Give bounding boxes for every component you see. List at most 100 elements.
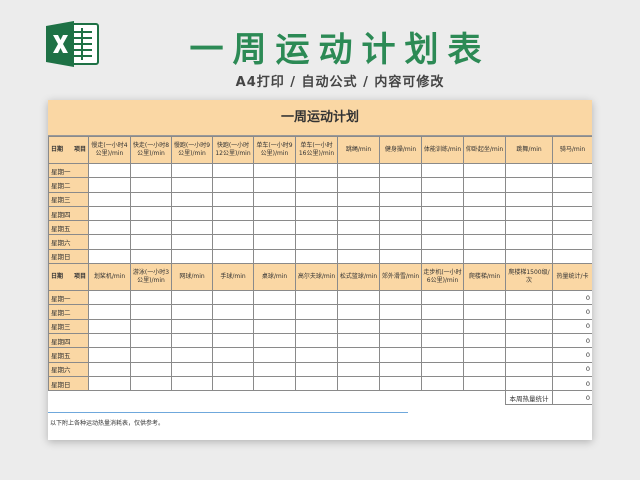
input-cell[interactable]	[253, 162, 296, 179]
input-cell[interactable]	[463, 177, 506, 193]
input-cell[interactable]	[253, 304, 296, 320]
input-cell[interactable]	[505, 248, 553, 265]
input-cell[interactable]	[253, 191, 296, 207]
input-cell[interactable]	[505, 361, 553, 377]
input-cell[interactable]	[421, 318, 464, 334]
input-cell[interactable]	[505, 318, 553, 334]
input-cell[interactable]	[552, 220, 592, 236]
input-cell[interactable]	[379, 290, 422, 306]
input-cell[interactable]	[295, 347, 338, 363]
input-cell[interactable]	[463, 220, 506, 236]
calorie-cell[interactable]: 0	[552, 290, 592, 306]
input-cell[interactable]	[295, 375, 338, 392]
input-cell[interactable]	[463, 318, 506, 334]
input-cell[interactable]	[379, 361, 422, 377]
input-cell[interactable]	[337, 162, 380, 179]
input-cell[interactable]	[552, 205, 592, 222]
input-cell[interactable]	[253, 290, 296, 306]
input-cell[interactable]	[88, 332, 131, 349]
input-cell[interactable]	[505, 290, 553, 306]
input-cell[interactable]	[295, 234, 338, 250]
input-cell[interactable]	[421, 234, 464, 250]
input-cell[interactable]	[212, 304, 254, 320]
input-cell[interactable]	[421, 332, 464, 349]
input-cell[interactable]	[88, 177, 131, 193]
input-cell[interactable]	[379, 248, 422, 265]
input-cell[interactable]	[130, 177, 172, 193]
input-cell[interactable]	[212, 375, 254, 392]
input-cell[interactable]	[171, 304, 213, 320]
input-cell[interactable]	[379, 177, 422, 193]
input-cell[interactable]	[171, 177, 213, 193]
input-cell[interactable]	[463, 347, 506, 363]
input-cell[interactable]	[88, 191, 131, 207]
input-cell[interactable]	[171, 220, 213, 236]
input-cell[interactable]	[212, 234, 254, 250]
input-cell[interactable]	[212, 318, 254, 334]
input-cell[interactable]	[295, 290, 338, 306]
input-cell[interactable]	[463, 361, 506, 377]
input-cell[interactable]	[171, 248, 213, 265]
input-cell[interactable]	[421, 191, 464, 207]
input-cell[interactable]	[421, 304, 464, 320]
input-cell[interactable]	[171, 375, 213, 392]
calorie-cell[interactable]: 0	[552, 361, 592, 377]
input-cell[interactable]	[88, 162, 131, 179]
input-cell[interactable]	[421, 205, 464, 222]
input-cell[interactable]	[88, 290, 131, 306]
input-cell[interactable]	[295, 304, 338, 320]
input-cell[interactable]	[463, 290, 506, 306]
input-cell[interactable]	[295, 248, 338, 265]
input-cell[interactable]	[295, 191, 338, 207]
input-cell[interactable]	[337, 304, 380, 320]
input-cell[interactable]	[379, 234, 422, 250]
input-cell[interactable]	[212, 162, 254, 179]
input-cell[interactable]	[88, 234, 131, 250]
input-cell[interactable]	[88, 220, 131, 236]
input-cell[interactable]	[505, 191, 553, 207]
input-cell[interactable]	[171, 234, 213, 250]
input-cell[interactable]	[88, 304, 131, 320]
input-cell[interactable]	[130, 248, 172, 265]
calorie-cell[interactable]: 0	[552, 347, 592, 363]
input-cell[interactable]	[130, 162, 172, 179]
input-cell[interactable]	[421, 290, 464, 306]
input-cell[interactable]	[171, 191, 213, 207]
input-cell[interactable]	[212, 347, 254, 363]
input-cell[interactable]	[295, 318, 338, 334]
input-cell[interactable]	[253, 318, 296, 334]
input-cell[interactable]	[337, 361, 380, 377]
input-cell[interactable]	[130, 332, 172, 349]
input-cell[interactable]	[253, 205, 296, 222]
input-cell[interactable]	[337, 332, 380, 349]
input-cell[interactable]	[379, 205, 422, 222]
input-cell[interactable]	[171, 332, 213, 349]
input-cell[interactable]	[505, 220, 553, 236]
input-cell[interactable]	[337, 234, 380, 250]
input-cell[interactable]	[130, 375, 172, 392]
calorie-cell[interactable]: 0	[552, 375, 592, 392]
input-cell[interactable]	[337, 220, 380, 236]
input-cell[interactable]	[295, 220, 338, 236]
input-cell[interactable]	[171, 205, 213, 222]
input-cell[interactable]	[212, 177, 254, 193]
input-cell[interactable]	[212, 220, 254, 236]
input-cell[interactable]	[505, 177, 553, 193]
calorie-cell[interactable]: 0	[552, 332, 592, 349]
input-cell[interactable]	[337, 375, 380, 392]
input-cell[interactable]	[130, 304, 172, 320]
input-cell[interactable]	[88, 361, 131, 377]
input-cell[interactable]	[130, 290, 172, 306]
input-cell[interactable]	[130, 361, 172, 377]
input-cell[interactable]	[295, 332, 338, 349]
input-cell[interactable]	[463, 375, 506, 392]
input-cell[interactable]	[421, 347, 464, 363]
input-cell[interactable]	[505, 375, 553, 392]
input-cell[interactable]	[421, 177, 464, 193]
input-cell[interactable]	[463, 162, 506, 179]
input-cell[interactable]	[253, 220, 296, 236]
input-cell[interactable]	[253, 347, 296, 363]
input-cell[interactable]	[88, 375, 131, 392]
input-cell[interactable]	[212, 332, 254, 349]
input-cell[interactable]	[421, 162, 464, 179]
